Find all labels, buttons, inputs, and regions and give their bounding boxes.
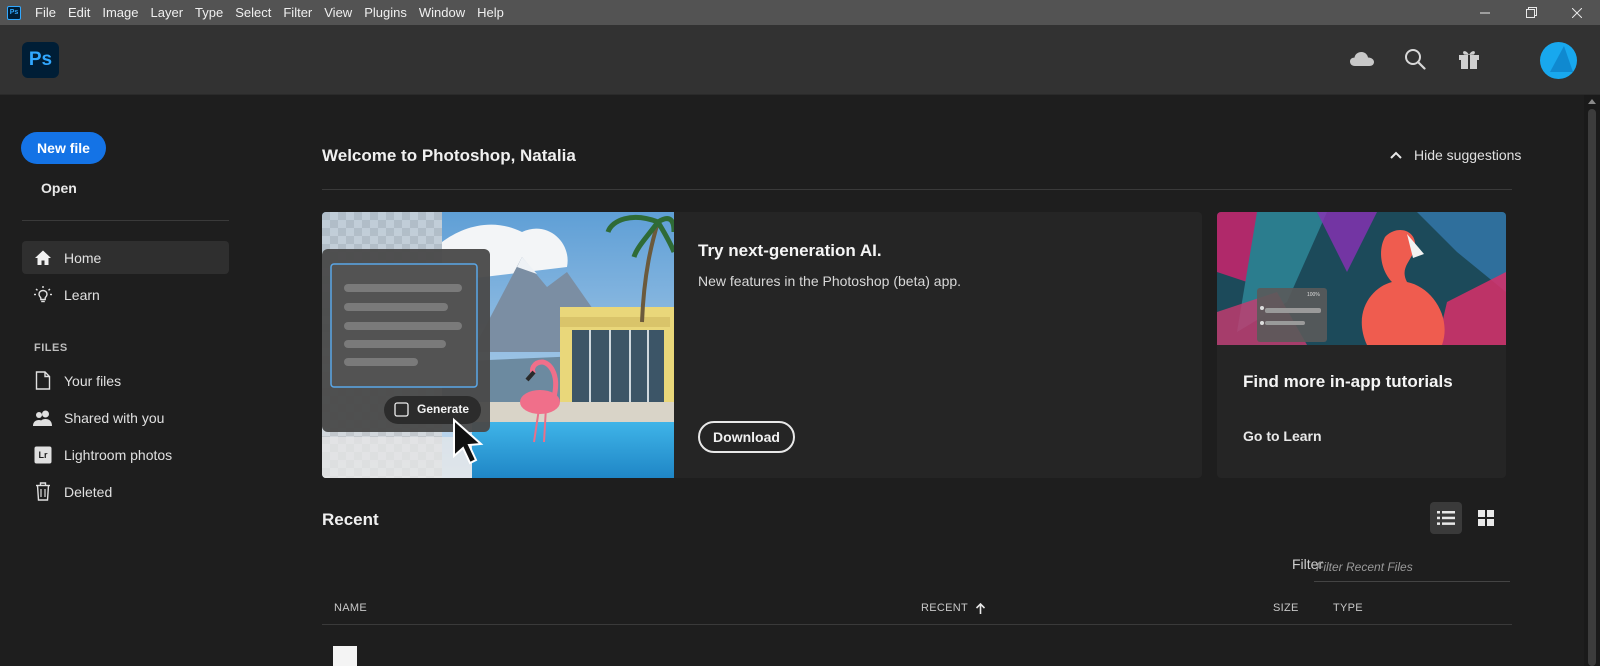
column-header-type[interactable]: TYPE <box>1333 602 1363 614</box>
sidebar-item-label: Lightroom photos <box>64 446 173 463</box>
welcome-divider <box>322 189 1512 190</box>
menu-image[interactable]: Image <box>96 0 144 25</box>
sidebar-divider <box>22 220 229 221</box>
welcome-heading: Welcome to Photoshop, Natalia <box>322 146 576 165</box>
ai-promo-image: Generate <box>322 212 674 478</box>
ai-promo-card: Generate Try next-generation AI. New fea… <box>322 212 1202 478</box>
photoshop-logo[interactable]: Ps <box>22 42 59 78</box>
sidebar-item-label: Your files <box>64 372 122 389</box>
minimize-icon[interactable] <box>1462 0 1508 25</box>
menu-edit[interactable]: Edit <box>62 0 96 25</box>
sidebar-item-label: Deleted <box>64 483 113 500</box>
file-thumbnail[interactable] <box>333 646 357 666</box>
learn-tutorials-card[interactable]: 100% Find more in-app tutorials Go to Le… <box>1217 212 1506 478</box>
go-to-learn-link[interactable]: Go to Learn <box>1243 428 1322 444</box>
sidebar-item-your-files[interactable]: Your files <box>22 364 229 397</box>
learn-card-title: Find more in-app tutorials <box>1243 372 1453 391</box>
download-button[interactable]: Download <box>698 421 795 453</box>
column-header-recent-label: RECENT <box>921 602 969 614</box>
generate-label: Generate <box>417 402 470 416</box>
hide-suggestions-label: Hide suggestions <box>1414 147 1522 163</box>
recent-heading: Recent <box>322 510 379 529</box>
ai-card-title: Try next-generation AI. <box>698 241 882 260</box>
filter-recent-files-input[interactable] <box>1314 552 1510 582</box>
column-header-size[interactable]: SIZE <box>1273 602 1299 614</box>
cloud-icon[interactable] <box>1348 45 1376 73</box>
sidebar-item-deleted[interactable]: Deleted <box>22 475 229 508</box>
menu-select[interactable]: Select <box>229 0 277 25</box>
lightroom-badge-text: Lr <box>38 450 48 460</box>
menu-plugins[interactable]: Plugins <box>358 0 413 25</box>
ai-card-description: New features in the Photoshop (beta) app… <box>698 273 962 289</box>
main-content: Welcome to Photoshop, Natalia Hide sugge… <box>240 95 1584 666</box>
sidebar-item-label: Learn <box>64 286 100 303</box>
chevron-up-icon <box>1390 151 1402 159</box>
gift-icon[interactable] <box>1455 45 1483 73</box>
menu-file[interactable]: File <box>29 0 62 25</box>
trash-icon <box>32 481 54 503</box>
scroll-up-icon[interactable] <box>1588 99 1596 104</box>
column-header-recent[interactable]: RECENT <box>921 602 986 614</box>
app-header: Ps <box>0 25 1600 95</box>
list-view-icon[interactable] <box>1430 502 1462 534</box>
lightbulb-icon <box>32 284 54 306</box>
sidebar-item-lightroom-photos[interactable]: Lr Lightroom photos <box>22 438 229 471</box>
shared-users-icon <box>32 407 54 429</box>
close-icon[interactable] <box>1554 0 1600 25</box>
menu-help[interactable]: Help <box>471 0 510 25</box>
lightroom-icon: Lr <box>32 444 54 466</box>
sidebar-item-label: Shared with you <box>64 409 165 426</box>
files-section-label: FILES <box>34 342 68 354</box>
avatar[interactable] <box>1540 42 1577 79</box>
sidebar-item-label: Home <box>64 249 102 266</box>
grid-view-icon[interactable] <box>1470 502 1502 534</box>
menu-view[interactable]: View <box>318 0 358 25</box>
open-button[interactable]: Open <box>41 180 77 196</box>
scrollbar-thumb[interactable] <box>1588 109 1596 666</box>
sidebar-item-learn[interactable]: Learn <box>22 278 229 311</box>
sidebar-item-shared-with-you[interactable]: Shared with you <box>22 401 229 434</box>
menu-bar: Ps File Edit Image Layer Type Select Fil… <box>0 0 1600 25</box>
hide-suggestions-button[interactable]: Hide suggestions <box>1390 147 1521 163</box>
menu-filter[interactable]: Filter <box>277 0 318 25</box>
table-header-divider <box>322 624 1512 625</box>
menu-layer[interactable]: Layer <box>145 0 190 25</box>
sidebar: New file Open Home Learn FILES Your file… <box>0 95 240 666</box>
new-file-button[interactable]: New file <box>21 132 106 164</box>
scrollbar[interactable] <box>1584 95 1600 666</box>
sort-ascending-icon <box>976 602 986 614</box>
photoshop-app-icon: Ps <box>7 5 21 20</box>
learn-image-percent: 100% <box>1307 292 1320 298</box>
window-controls <box>1462 0 1600 25</box>
restore-icon[interactable] <box>1508 0 1554 25</box>
sidebar-item-home[interactable]: Home <box>22 241 229 274</box>
learn-card-image: 100% <box>1217 212 1506 345</box>
search-icon[interactable] <box>1401 45 1429 73</box>
home-icon <box>32 247 54 269</box>
column-header-name[interactable]: NAME <box>334 602 367 614</box>
menu-type[interactable]: Type <box>189 0 229 25</box>
menu-window[interactable]: Window <box>413 0 471 25</box>
file-icon <box>32 370 54 392</box>
